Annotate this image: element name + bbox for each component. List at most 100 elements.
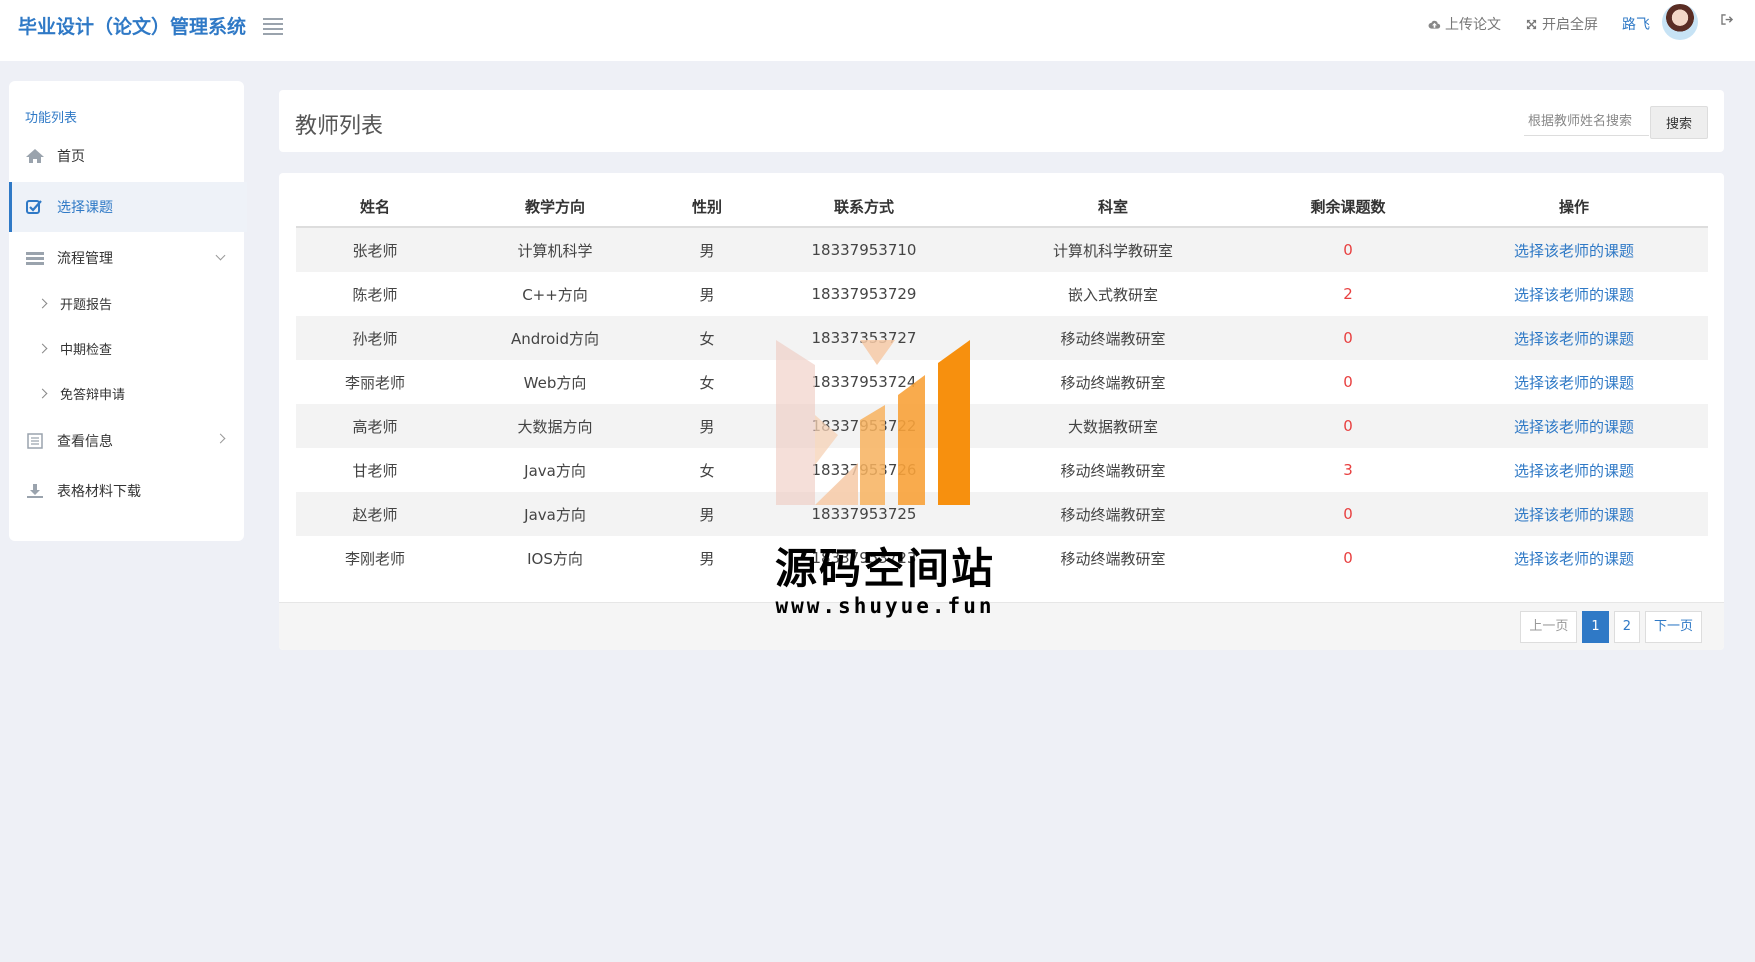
cell-direction: C++方向 [522, 285, 588, 304]
select-teacher-topic-link[interactable]: 选择该老师的课题 [1440, 492, 1708, 536]
sidebar-subitem-label: 开题报告 [60, 297, 113, 313]
cell-dept: 移动终端教研室 [1060, 461, 1166, 480]
cell-phone: 18337953710 [758, 227, 970, 272]
column-header-action: 操作 [1440, 187, 1708, 228]
cell-phone: 18337953726 [811, 461, 917, 479]
check-square-icon [26, 200, 42, 214]
cell-direction: IOS方向 [527, 549, 583, 568]
download-icon [27, 484, 43, 498]
cell-count: 0 [1343, 549, 1353, 567]
sidebar-title: 功能列表 [25, 111, 78, 126]
select-teacher-topic-link[interactable]: 选择该老师的课题 [1440, 316, 1708, 360]
cell-phone: 18337953729 [811, 285, 917, 303]
page-title: 教师列表 [295, 114, 384, 139]
sidebar-item-download[interactable]: 表格材料下载 [9, 466, 244, 516]
cell-direction: 大数据方向 [454, 404, 656, 448]
cell-direction: 计算机科学 [454, 227, 656, 272]
sidebar-item-label: 查看信息 [57, 434, 113, 450]
top-bar: 毕业设计（论文）管理系统 上传论文 开启全屏 路飞 [0, 0, 1755, 61]
table-row: 甘老师 Java方向 女 18337953726 移动终端教研室 3 选择该老师… [296, 448, 1708, 492]
sidebar-subitem-label: 免答辩申请 [60, 387, 126, 403]
chevron-down-icon [215, 250, 226, 261]
user-name[interactable]: 路飞 [1622, 14, 1650, 34]
sidebar-subitem-midterm[interactable]: 中期检查 [9, 328, 244, 368]
cell-dept: 大数据教研室 [970, 404, 1256, 448]
cell-phone: 18337953722 [758, 404, 970, 448]
cell-gender: 女 [656, 316, 758, 360]
cell-dept: 嵌入式教研室 [1067, 285, 1158, 304]
table-row: 李丽老师 Web方向 女 18337953724 移动终端教研室 0 选择该老师… [296, 360, 1708, 404]
table-row: 陈老师 C++方向 男 18337953729 嵌入式教研室 2 选择该老师的课… [296, 272, 1708, 316]
page-header: 教师列表 搜索 [279, 90, 1724, 152]
upload-thesis-button[interactable]: 上传论文 [1428, 14, 1501, 34]
search-button[interactable]: 搜索 [1650, 106, 1708, 139]
logout-button[interactable] [1721, 14, 1734, 25]
sidebar-subitem-exemption[interactable]: 免答辩申请 [9, 373, 244, 413]
cloud-upload-icon [1428, 20, 1441, 29]
select-teacher-topic-link[interactable]: 选择该老师的课题 [1440, 536, 1708, 580]
sidebar-item-label: 表格材料下载 [57, 484, 141, 500]
cell-name: 李丽老师 [344, 373, 405, 392]
table-row: 高老师 大数据方向 男 18337953722 大数据教研室 0 选择该老师的课… [296, 404, 1708, 448]
watermark-url: www.shuyue.fun [775, 594, 995, 618]
cell-name: 高老师 [296, 404, 454, 448]
column-header-phone: 联系方式 [758, 187, 970, 228]
chevron-right-icon [37, 298, 48, 308]
prev-page-button[interactable]: 上一页 [1520, 611, 1578, 643]
column-header-gender: 性别 [656, 187, 758, 228]
sidebar-item-view-info[interactable]: 查看信息 [9, 416, 244, 466]
chevron-right-icon [215, 433, 226, 444]
cell-name: 赵老师 [296, 492, 454, 536]
menu-toggle-icon[interactable] [263, 15, 283, 35]
upload-thesis-label: 上传论文 [1445, 17, 1501, 33]
sidebar-item-select-topic[interactable]: 选择课题 [9, 182, 247, 232]
cell-count: 0 [1256, 492, 1440, 536]
page-button-1[interactable]: 1 [1582, 611, 1609, 643]
cell-direction: Java方向 [524, 461, 586, 480]
cell-count: 0 [1256, 404, 1440, 448]
cell-gender: 男 [656, 492, 758, 536]
cell-count: 2 [1343, 285, 1353, 303]
cell-phone: 18337353727 [758, 316, 970, 360]
cell-name: 孙老师 [296, 316, 454, 360]
cell-gender: 女 [699, 461, 715, 480]
app-title: 毕业设计（论文）管理系统 [18, 16, 247, 38]
logout-icon [1721, 14, 1734, 25]
column-header-name: 姓名 [296, 187, 454, 228]
sidebar-item-process[interactable]: 流程管理 [9, 233, 244, 283]
fullscreen-button[interactable]: 开启全屏 [1525, 14, 1598, 34]
select-teacher-topic-link[interactable]: 选择该老师的课题 [1440, 404, 1708, 448]
sidebar-item-label: 流程管理 [57, 251, 113, 267]
cell-count: 0 [1343, 373, 1353, 391]
expand-icon [1526, 19, 1537, 29]
cell-name: 陈老师 [352, 285, 398, 304]
cell-count: 0 [1256, 227, 1440, 272]
sidebar-item-label: 选择课题 [57, 200, 113, 216]
sidebar-item-home[interactable]: 首页 [9, 131, 244, 181]
cell-count: 3 [1343, 461, 1353, 479]
cell-name: 李刚老师 [344, 549, 405, 568]
sidebar: 功能列表 首页 选择课题 流程管理 开题报告 中期检查 免答辩申请 查看信息 表… [9, 81, 247, 541]
chevron-right-icon [37, 343, 48, 353]
select-teacher-topic-link[interactable]: 选择该老师的课题 [1440, 227, 1708, 272]
sidebar-subitem-proposal[interactable]: 开题报告 [9, 283, 244, 323]
search-input[interactable] [1524, 108, 1649, 136]
column-header-direction: 教学方向 [454, 187, 656, 228]
cell-gender: 男 [656, 227, 758, 272]
avatar[interactable] [1662, 4, 1698, 40]
list-icon [26, 252, 44, 265]
cell-direction: Java方向 [454, 492, 656, 536]
chevron-right-icon [37, 388, 48, 398]
clipboard-icon [27, 433, 43, 449]
cell-gender: 男 [699, 549, 715, 568]
page-button-2[interactable]: 2 [1613, 611, 1640, 643]
select-teacher-topic-link[interactable]: 选择该老师的课题 [1440, 448, 1708, 492]
select-teacher-topic-link[interactable]: 选择该老师的课题 [1440, 272, 1708, 316]
cell-direction: Web方向 [523, 373, 587, 392]
cell-dept: 计算机科学教研室 [970, 227, 1256, 272]
next-page-button[interactable]: 下一页 [1644, 611, 1702, 643]
pagination: 上一页 1 2 下一页 [1520, 611, 1702, 643]
table-row: 赵老师 Java方向 男 18337953725 移动终端教研室 0 选择该老师… [296, 492, 1708, 536]
select-teacher-topic-link[interactable]: 选择该老师的课题 [1440, 360, 1708, 404]
cell-phone: 18337953725 [758, 492, 970, 536]
